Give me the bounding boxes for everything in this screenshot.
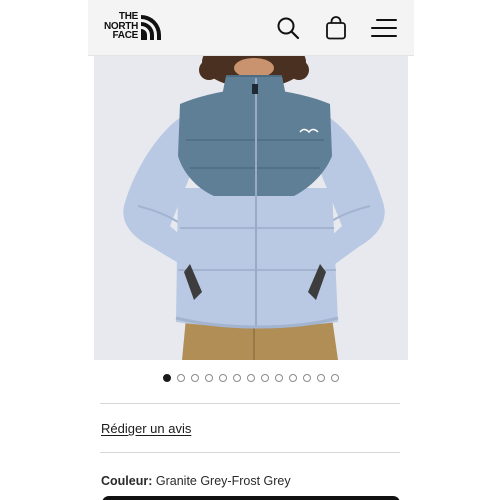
puffer-jacket-illustration [94, 56, 408, 360]
carousel-dot[interactable] [191, 374, 199, 382]
half-dome-icon [141, 15, 161, 40]
hamburger-menu-icon[interactable] [370, 14, 398, 42]
carousel-dots [88, 372, 414, 384]
product-image[interactable] [94, 56, 408, 360]
carousel-dot[interactable] [289, 374, 297, 382]
color-value: Granite Grey-Frost Grey [155, 474, 291, 488]
carousel-dot[interactable] [331, 374, 339, 382]
write-review-link[interactable]: Rédiger un avis [101, 421, 191, 436]
color-label: Couleur: [101, 474, 153, 488]
carousel-dot[interactable] [303, 374, 311, 382]
carousel-dot[interactable] [233, 374, 241, 382]
shopping-bag-icon[interactable] [322, 14, 350, 42]
divider [100, 452, 400, 453]
search-icon[interactable] [274, 14, 302, 42]
carousel-dot[interactable] [247, 374, 255, 382]
mobile-page: THE NORTH FACE Rédiger un avis Couleur: … [88, 0, 414, 500]
site-header: THE NORTH FACE [88, 0, 414, 56]
carousel-dot[interactable] [177, 374, 185, 382]
carousel-dot[interactable] [317, 374, 325, 382]
carousel-dot[interactable] [261, 374, 269, 382]
carousel-dot[interactable] [163, 374, 171, 382]
background-left [0, 0, 88, 500]
divider [100, 403, 400, 404]
brand-logo-text: THE NORTH FACE [103, 11, 138, 41]
background-right [412, 0, 500, 500]
color-selection: Couleur: Granite Grey-Frost Grey [101, 474, 291, 488]
carousel-dot[interactable] [205, 374, 213, 382]
carousel-dot[interactable] [219, 374, 227, 382]
add-to-cart-button[interactable] [102, 496, 400, 500]
brand-logo[interactable]: THE NORTH FACE [100, 12, 162, 44]
carousel-dot[interactable] [275, 374, 283, 382]
